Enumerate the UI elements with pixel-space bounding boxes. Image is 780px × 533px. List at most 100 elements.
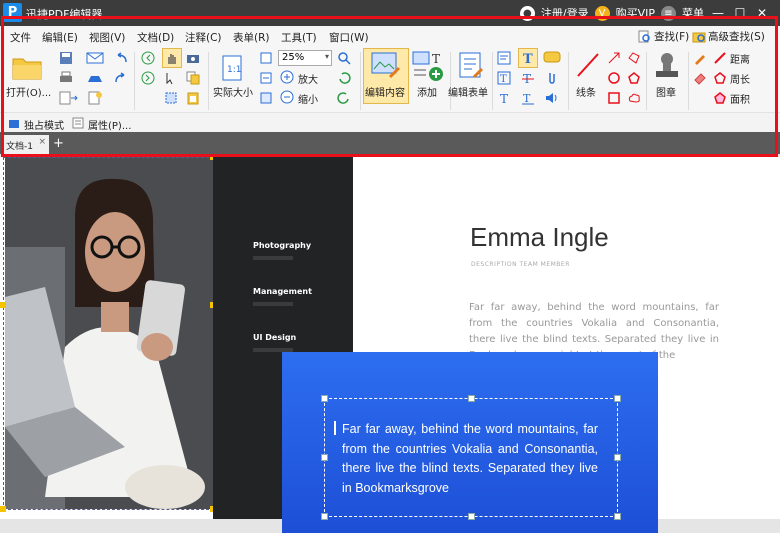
fit-width-icon[interactable] — [258, 71, 274, 85]
note-icon[interactable] — [496, 50, 512, 66]
buy-vip-link[interactable]: 购买VIP — [616, 5, 655, 21]
perimeter-icon[interactable] — [712, 70, 728, 86]
text-frame-handle[interactable] — [614, 454, 621, 461]
minimize-button[interactable]: — — [710, 6, 726, 20]
find-button[interactable]: 查找(F) — [638, 29, 689, 44]
menu-icon[interactable]: ≡ — [661, 5, 676, 21]
line-label: 线条 — [576, 88, 596, 99]
menu-form[interactable]: 表单(R) — [233, 30, 270, 45]
close-button[interactable]: ✕ — [754, 6, 770, 20]
vip-icon[interactable]: V — [594, 5, 610, 21]
ribbon-separator — [646, 52, 647, 110]
zoom-out-label[interactable]: 缩小 — [298, 91, 318, 106]
image-selection-frame[interactable] — [3, 157, 214, 510]
comment-icon[interactable] — [543, 50, 561, 66]
magnifier-icon[interactable] — [336, 50, 352, 66]
typewriter-icon[interactable]: T — [518, 48, 538, 68]
ribbon-separator — [450, 52, 451, 110]
menu-link[interactable]: 菜单 — [682, 5, 704, 21]
email-icon[interactable] — [84, 50, 106, 66]
text-frame-handle[interactable] — [321, 513, 328, 520]
text-frame-handle[interactable] — [468, 395, 475, 402]
add-tab-button[interactable]: + — [53, 136, 64, 151]
fit-visible-icon[interactable] — [258, 91, 274, 105]
text-frame-handle[interactable] — [614, 513, 621, 520]
strikeout-icon[interactable]: T — [520, 70, 536, 86]
save-icon[interactable] — [58, 50, 74, 66]
prev-page-icon[interactable] — [140, 50, 156, 66]
rotate-right-icon[interactable] — [336, 90, 352, 106]
area-label[interactable]: 面积 — [730, 91, 750, 106]
cloud-icon[interactable] — [626, 90, 642, 106]
actual-size-icon[interactable]: 1:1 — [220, 54, 244, 82]
person-description[interactable]: DESCRIPTION TEAM MEMBER — [471, 261, 570, 268]
sound-icon[interactable] — [543, 90, 561, 106]
insert-text-icon[interactable]: T — [520, 90, 536, 106]
polyline-icon[interactable] — [626, 50, 642, 66]
ribbon-separator — [208, 52, 209, 110]
paste-icon[interactable] — [184, 90, 202, 106]
advanced-find-button[interactable]: 高级查找(S) — [692, 29, 765, 44]
person-name[interactable]: Emma Ingle — [470, 222, 609, 253]
redo-icon[interactable] — [112, 70, 130, 86]
copy-icon[interactable] — [184, 70, 202, 86]
resize-handle[interactable] — [0, 506, 6, 512]
eraser-icon[interactable] — [692, 70, 708, 86]
stamp-icon[interactable] — [652, 50, 682, 82]
export-icon[interactable] — [58, 90, 80, 106]
menu-tools[interactable]: 工具(T) — [281, 30, 317, 45]
new-doc-icon[interactable] — [84, 90, 106, 106]
fit-page-icon[interactable] — [258, 51, 274, 65]
arrow-icon[interactable] — [606, 50, 622, 66]
next-page-icon[interactable] — [140, 70, 156, 86]
zoom-in-icon[interactable] — [280, 70, 294, 84]
menu-edit[interactable]: 编辑(E) — [42, 30, 78, 45]
nav-item-ui-design: UI Design — [253, 333, 297, 342]
zoom-in-label[interactable]: 放大 — [298, 71, 318, 86]
text-frame-handle[interactable] — [321, 395, 328, 402]
snapshot-icon[interactable] — [184, 50, 202, 66]
properties-button[interactable]: 属性(P)... — [88, 117, 131, 132]
textbox-icon[interactable]: T — [496, 70, 512, 86]
polygon-icon[interactable] — [626, 70, 642, 86]
menu-window[interactable]: 窗口(W) — [329, 30, 369, 45]
text-frame-handle[interactable] — [321, 454, 328, 461]
distance-icon[interactable] — [712, 50, 728, 66]
menu-document[interactable]: 文档(D) — [137, 30, 174, 45]
line-icon[interactable] — [574, 50, 602, 80]
exclusive-mode-button[interactable]: 独占模式 — [24, 117, 64, 132]
distance-label[interactable]: 距离 — [730, 51, 750, 66]
select-text-icon[interactable] — [162, 70, 180, 86]
close-tab-icon[interactable]: × — [38, 137, 46, 147]
resize-handle[interactable] — [0, 302, 6, 308]
print-icon[interactable] — [58, 70, 74, 86]
editable-text-content[interactable]: Far far away, behind the word mountains,… — [342, 420, 598, 498]
user-icon[interactable]: ● — [519, 5, 535, 21]
rotate-left-icon[interactable] — [336, 70, 352, 86]
maximize-button[interactable]: ☐ — [732, 6, 748, 20]
rectangle-icon[interactable] — [606, 90, 622, 106]
add-content-icon[interactable]: T — [412, 50, 446, 82]
open-button[interactable] — [10, 50, 44, 84]
zoom-select[interactable]: 25% ▾ — [278, 50, 332, 66]
edit-form-icon[interactable] — [456, 50, 486, 82]
ribbon-separator — [492, 52, 493, 110]
ellipse-icon[interactable] — [606, 70, 622, 86]
area-icon[interactable] — [712, 90, 728, 106]
marquee-icon[interactable] — [162, 90, 180, 106]
callout-icon[interactable]: T — [496, 90, 512, 106]
menu-comment[interactable]: 注释(C) — [185, 30, 222, 45]
attach-icon[interactable] — [543, 70, 561, 86]
menu-view[interactable]: 视图(V) — [89, 30, 125, 45]
undo-icon[interactable] — [112, 50, 130, 66]
text-frame-handle[interactable] — [468, 513, 475, 520]
text-frame-handle[interactable] — [614, 395, 621, 402]
login-link[interactable]: 注册/登录 — [541, 5, 589, 21]
menu-file[interactable]: 文件 — [10, 30, 31, 45]
document-tab[interactable]: 文档-1 × — [3, 135, 49, 154]
scan-icon[interactable] — [84, 70, 106, 86]
pencil-icon[interactable] — [692, 50, 708, 66]
perimeter-label[interactable]: 周长 — [730, 71, 750, 86]
hand-tool-icon[interactable] — [162, 48, 182, 68]
zoom-out-icon[interactable] — [280, 90, 294, 104]
